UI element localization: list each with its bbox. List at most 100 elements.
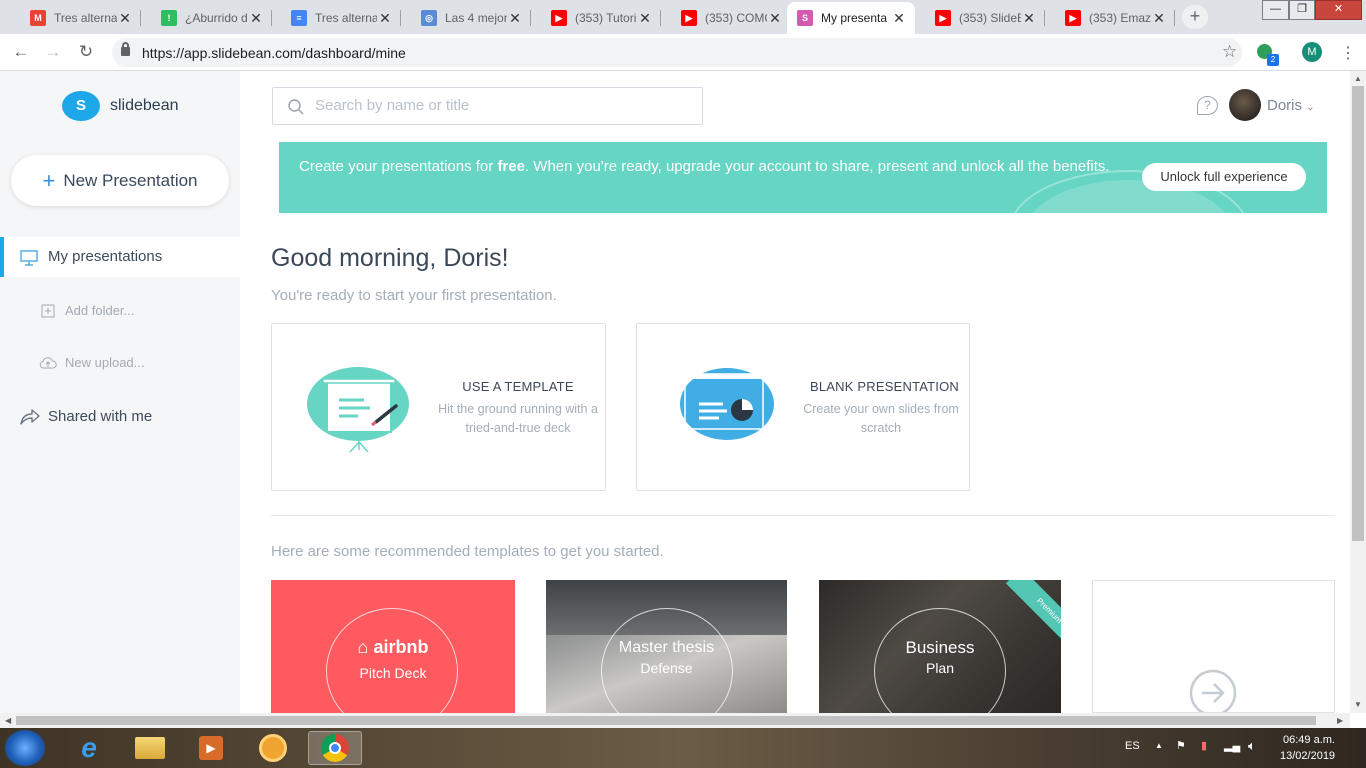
- browser-tab[interactable]: ▶ (353) COMO ✕: [661, 2, 791, 34]
- scroll-left-arrow[interactable]: ◀: [5, 716, 11, 725]
- greeting-subtitle: You're ready to start your first present…: [271, 287, 557, 304]
- tab-close-icon[interactable]: ✕: [507, 10, 523, 27]
- new-presentation-button[interactable]: + New Presentation: [11, 155, 229, 206]
- sidebar-item-label: My presentations: [48, 248, 163, 265]
- minimize-button[interactable]: —: [1262, 0, 1289, 20]
- start-button[interactable]: [5, 730, 45, 766]
- tab-close-icon[interactable]: ✕: [1021, 10, 1037, 27]
- template-business-plan[interactable]: Premium Business Plan: [819, 580, 1061, 713]
- blank-presentation-card[interactable]: BLANK PRESENTATION Create your own slide…: [636, 323, 970, 491]
- tab-close-icon[interactable]: ✕: [891, 10, 907, 27]
- volume-icon[interactable]: 🔈︎: [1248, 738, 1256, 754]
- slidebean-icon: S: [797, 10, 813, 26]
- browser-tab[interactable]: ▶ (353) SlideB ✕: [915, 2, 1045, 34]
- tab-title: ¿Aburrido d: [185, 11, 248, 25]
- folder-glyph: [135, 737, 165, 759]
- template-airbnb[interactable]: ⌂ airbnb Pitch Deck: [271, 580, 515, 713]
- share-icon: [20, 409, 40, 425]
- sidebar-item-label: New upload...: [65, 355, 145, 370]
- recommended-heading: Here are some recommended templates to g…: [271, 543, 664, 560]
- browser-tab[interactable]: ! ¿Aburrido d ✕: [141, 2, 272, 34]
- template-oval: [326, 608, 458, 713]
- action-center-flag-icon[interactable]: ⚑: [1176, 739, 1186, 752]
- network-signal-icon[interactable]: ▂▄: [1224, 739, 1240, 752]
- language-indicator[interactable]: ES: [1125, 740, 1140, 752]
- show-hidden-icons[interactable]: ▲: [1155, 741, 1163, 750]
- scroll-right-arrow[interactable]: ▶: [1337, 716, 1343, 725]
- user-avatar[interactable]: [1229, 89, 1261, 121]
- banner-text: Create your presentations for free. When…: [299, 155, 1119, 179]
- globe-icon: ◎: [421, 10, 437, 26]
- gmail-icon: M: [30, 10, 46, 26]
- tab-close-icon[interactable]: ✕: [248, 10, 264, 27]
- power-icon[interactable]: ▮: [1201, 739, 1207, 752]
- search-input[interactable]: [315, 97, 685, 114]
- back-button[interactable]: ←: [10, 42, 32, 64]
- docs-icon: ≡: [291, 10, 307, 26]
- template-subtitle: Plan: [925, 660, 955, 676]
- tab-separator: [1174, 10, 1175, 26]
- bookmark-star-icon[interactable]: ☆: [1222, 42, 1237, 62]
- banner-text-bold: free: [497, 158, 525, 175]
- card-description: Hit the ground running with a tried-and-…: [438, 402, 598, 435]
- address-bar[interactable]: https://app.slidebean.com/dashboard/mine…: [112, 38, 1242, 67]
- horizontal-scroll-thumb[interactable]: [16, 716, 1316, 725]
- template-subtitle: Pitch Deck: [359, 665, 427, 681]
- cloud-upload-icon: [39, 357, 57, 369]
- window-close-button[interactable]: ✕: [1315, 0, 1362, 20]
- browser-tab[interactable]: M Tres alternati ✕: [10, 2, 141, 34]
- unlock-full-experience-button[interactable]: Unlock full experience: [1142, 163, 1306, 191]
- tab-close-icon[interactable]: ✕: [117, 10, 133, 27]
- template-title: Master thesis: [618, 639, 715, 656]
- slidebean-logo[interactable]: S: [62, 91, 100, 121]
- tab-title: (353) SlideB: [959, 11, 1021, 25]
- forward-button[interactable]: →: [42, 42, 64, 64]
- tab-title: (353) Emaze: [1089, 11, 1151, 25]
- internet-explorer-icon[interactable]: e: [62, 731, 116, 765]
- greeting-title: Good morning, Doris!: [271, 244, 509, 272]
- search-box[interactable]: [272, 87, 703, 125]
- clock-date[interactable]: 13/02/2019: [1280, 750, 1335, 762]
- chrome-menu-icon[interactable]: ⋮: [1340, 43, 1356, 63]
- tab-close-icon[interactable]: ✕: [377, 10, 393, 27]
- profile-avatar[interactable]: M: [1302, 42, 1322, 62]
- browser-tabstrip: M Tres alternati ✕! ¿Aburrido d ✕ ≡ Tres alter…: [0, 0, 1366, 34]
- clock-time[interactable]: 06:49 a.m.: [1283, 734, 1335, 746]
- file-explorer-icon[interactable]: [123, 731, 177, 765]
- vertical-scroll-thumb[interactable]: [1352, 86, 1364, 541]
- scroll-up-arrow[interactable]: ▲: [1354, 74, 1362, 83]
- tab-close-icon[interactable]: ✕: [637, 10, 653, 27]
- chrome-taskbar-icon[interactable]: [308, 731, 362, 765]
- sidebar-item-label: Add folder...: [65, 303, 135, 318]
- tab-close-icon[interactable]: ✕: [1151, 10, 1167, 27]
- scroll-down-arrow[interactable]: ▼: [1354, 700, 1362, 709]
- reload-button[interactable]: ↻: [75, 42, 97, 64]
- card-description: Create your own slides from scratch: [803, 402, 959, 435]
- arrow-right-circle-icon[interactable]: [1189, 669, 1237, 713]
- browser-tab[interactable]: ◎ Las 4 mejore✕: [401, 2, 531, 34]
- tab-title: (353) Tutoria: [575, 11, 637, 25]
- tab-title: (353) COMO: [705, 11, 767, 25]
- airbnb-brand-text: airbnb: [373, 637, 429, 657]
- tab-close-icon[interactable]: ✕: [767, 10, 783, 27]
- browser-tab[interactable]: S My presenta ✕: [787, 2, 915, 34]
- browser-tab[interactable]: ≡ Tres alternat ✕: [271, 2, 401, 34]
- template-master-thesis[interactable]: Master thesis Defense: [546, 580, 787, 713]
- help-icon[interactable]: ?: [1197, 96, 1218, 115]
- browser-tab[interactable]: ▶ (353) Tutoria ✕: [531, 2, 661, 34]
- maximize-button[interactable]: ❐: [1289, 0, 1315, 20]
- media-player-icon[interactable]: ▶: [184, 731, 238, 765]
- card-title: BLANK PRESENTATION: [809, 379, 960, 394]
- logo-text[interactable]: slidebean: [110, 97, 179, 115]
- url-text[interactable]: https://app.slidebean.com/dashboard/mine: [142, 45, 406, 61]
- gear-icon: [259, 734, 287, 762]
- use-template-card[interactable]: USE A TEMPLATE Hit the ground running wi…: [271, 323, 606, 491]
- user-menu[interactable]: Doris ⌄: [1267, 97, 1315, 114]
- tab-title: Tres alternati: [54, 11, 117, 25]
- settings-app-icon[interactable]: [246, 731, 300, 765]
- section-divider: [271, 515, 1335, 516]
- sidebar-item-my-presentations[interactable]: My presentations: [0, 237, 240, 277]
- browser-tab[interactable]: ▶ (353) Emaze ✕: [1045, 2, 1175, 34]
- more-templates-card[interactable]: [1092, 580, 1335, 713]
- new-tab-button[interactable]: +: [1182, 5, 1208, 29]
